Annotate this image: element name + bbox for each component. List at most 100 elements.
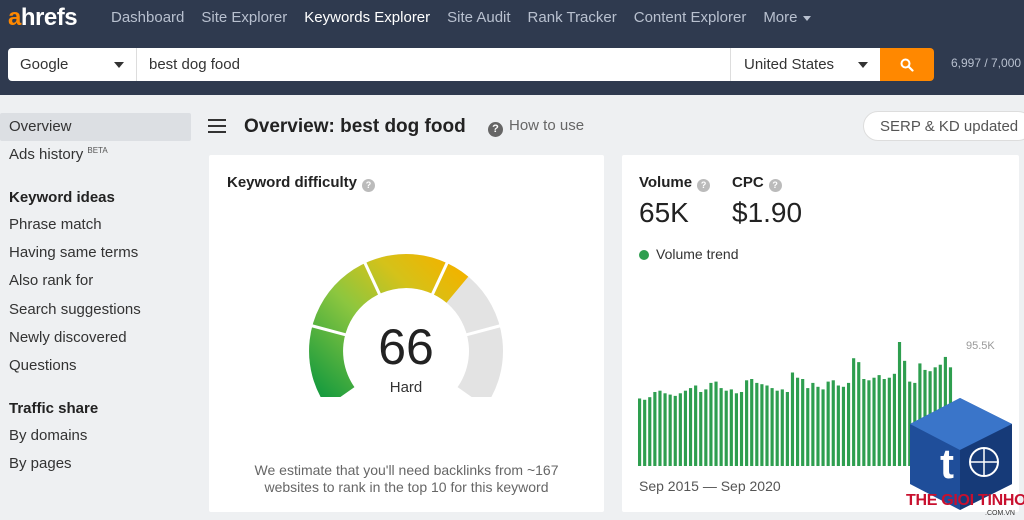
country-value: United States — [744, 56, 835, 73]
volume-bar[interactable] — [790, 372, 795, 466]
volume-bar[interactable] — [826, 381, 830, 466]
sidebar-item-phrase-match[interactable]: Phrase match — [0, 211, 191, 239]
nav-dashboard[interactable]: Dashboard — [111, 9, 184, 26]
watermark-subtext: .COM.VN — [985, 510, 1015, 517]
volume-bar[interactable] — [867, 380, 871, 466]
nav-more[interactable]: More — [763, 9, 811, 26]
keyword-search-input[interactable]: best dog food — [137, 48, 731, 81]
volume-bar[interactable] — [673, 395, 677, 466]
volume-bar[interactable] — [745, 380, 749, 466]
volume-bar[interactable] — [760, 384, 764, 466]
volume-bar[interactable] — [648, 397, 652, 466]
serp-kd-updated-badge: SERP & KD updated — [863, 111, 1024, 141]
volume-bar[interactable] — [709, 382, 713, 466]
nav-keywords-explorer[interactable]: Keywords Explorer — [304, 9, 430, 26]
sidebar-item-by-domains[interactable]: By domains — [0, 422, 191, 450]
volume-bar[interactable] — [882, 379, 886, 466]
volume-bar[interactable] — [775, 390, 779, 466]
volume-bar[interactable] — [704, 389, 708, 466]
help-icon[interactable]: ? — [697, 179, 711, 192]
volume-bar[interactable] — [811, 382, 815, 466]
ahrefs-logo[interactable]: ahrefs — [8, 4, 78, 32]
volume-bar[interactable] — [668, 394, 672, 466]
menu-toggle-icon[interactable] — [208, 119, 226, 133]
nav-content-explorer[interactable]: Content Explorer — [634, 9, 747, 26]
keyword-difficulty-label: Keyword difficulty — [227, 174, 358, 191]
volume-bar[interactable] — [806, 388, 810, 466]
help-icon[interactable]: ? — [768, 179, 782, 192]
watermark-text: THE GIOI TINHOC — [906, 492, 1024, 509]
keyword-difficulty-note: We estimate that you'll need backlinks f… — [229, 462, 584, 496]
volume-bar[interactable] — [755, 382, 759, 466]
page-title: Overview: best dog food — [244, 116, 466, 137]
volume-bar[interactable] — [658, 390, 662, 466]
volume-bar[interactable] — [887, 377, 891, 466]
sidebar-item-by-pages[interactable]: By pages — [0, 450, 191, 478]
volume-bar[interactable] — [836, 385, 840, 467]
volume-bar[interactable] — [683, 390, 688, 466]
cpc-label-text: CPC — [732, 174, 764, 191]
volume-bar[interactable] — [821, 389, 825, 466]
volume-bar[interactable] — [663, 393, 667, 466]
nav-rank-tracker[interactable]: Rank Tracker — [528, 9, 617, 26]
volume-bar[interactable] — [770, 388, 774, 466]
help-icon[interactable]: ? — [362, 179, 376, 192]
volume-bar[interactable] — [739, 391, 744, 466]
volume-bar[interactable] — [724, 390, 728, 466]
keyword-difficulty-rating: Hard — [389, 379, 423, 396]
volume-bar[interactable] — [816, 386, 820, 466]
volume-bar[interactable] — [719, 388, 723, 466]
volume-bar[interactable] — [831, 380, 835, 466]
volume-bar[interactable] — [734, 393, 738, 466]
volume-bar[interactable] — [852, 358, 856, 466]
volume-label: Volume? — [639, 174, 711, 192]
sidebar-item-ads-history[interactable]: Ads history BETA — [0, 141, 191, 169]
chevron-down-icon — [802, 15, 811, 21]
volume-bar[interactable] — [678, 393, 682, 466]
volume-trend-legend: Volume trend — [639, 246, 739, 262]
how-to-use-link[interactable]: ? How to use — [488, 117, 584, 137]
volume-bar[interactable] — [897, 342, 902, 466]
keyword-difficulty-score: 66 — [378, 319, 434, 375]
volume-bar[interactable] — [750, 379, 754, 466]
volume-bar[interactable] — [785, 391, 789, 466]
dropdown-arrow-icon — [858, 62, 868, 68]
volume-bar[interactable] — [841, 386, 846, 466]
volume-bar[interactable] — [801, 379, 805, 466]
sidebar-item-search-suggestions[interactable]: Search suggestions — [0, 296, 191, 324]
search-icon — [900, 58, 914, 72]
keyword-difficulty-title: Keyword difficulty? — [227, 174, 376, 192]
nav-site-explorer[interactable]: Site Explorer — [201, 9, 287, 26]
volume-bar[interactable] — [688, 388, 693, 466]
volume-bar[interactable] — [694, 385, 698, 467]
volume-bar[interactable] — [872, 377, 876, 466]
volume-value: 65K — [639, 197, 689, 228]
volume-bar[interactable] — [846, 382, 851, 466]
nav-site-audit[interactable]: Site Audit — [447, 9, 510, 26]
volume-bar[interactable] — [857, 362, 861, 466]
sidebar-item-having-same-terms[interactable]: Having same terms — [0, 239, 191, 267]
volume-bar[interactable] — [877, 375, 881, 466]
country-select[interactable]: United States — [731, 48, 880, 81]
search-button[interactable] — [880, 48, 934, 81]
cpc-label: CPC? — [732, 174, 782, 192]
sidebar-item-questions[interactable]: Questions — [0, 352, 191, 380]
search-engine-select[interactable]: Google — [8, 48, 137, 81]
volume-bar[interactable] — [699, 391, 703, 466]
sidebar-item-newly-discovered[interactable]: Newly discovered — [0, 324, 191, 352]
volume-bar[interactable] — [765, 385, 769, 467]
volume-bar[interactable] — [729, 389, 733, 466]
beta-badge: BETA — [87, 146, 108, 155]
volume-bar[interactable] — [780, 389, 784, 466]
volume-bar[interactable] — [714, 381, 718, 466]
volume-bar[interactable] — [638, 398, 642, 466]
sidebar-item-also-rank-for[interactable]: Also rank for — [0, 267, 191, 295]
volume-trend-label: Volume trend — [656, 246, 739, 262]
volume-bar[interactable] — [892, 373, 896, 466]
volume-bar[interactable] — [643, 399, 647, 466]
volume-bar[interactable] — [796, 377, 800, 466]
volume-bar[interactable] — [653, 391, 657, 466]
volume-bar[interactable] — [862, 379, 866, 466]
sidebar-item-overview[interactable]: Overview — [0, 113, 191, 141]
nav-menu: Dashboard Site Explorer Keywords Explore… — [111, 9, 828, 26]
